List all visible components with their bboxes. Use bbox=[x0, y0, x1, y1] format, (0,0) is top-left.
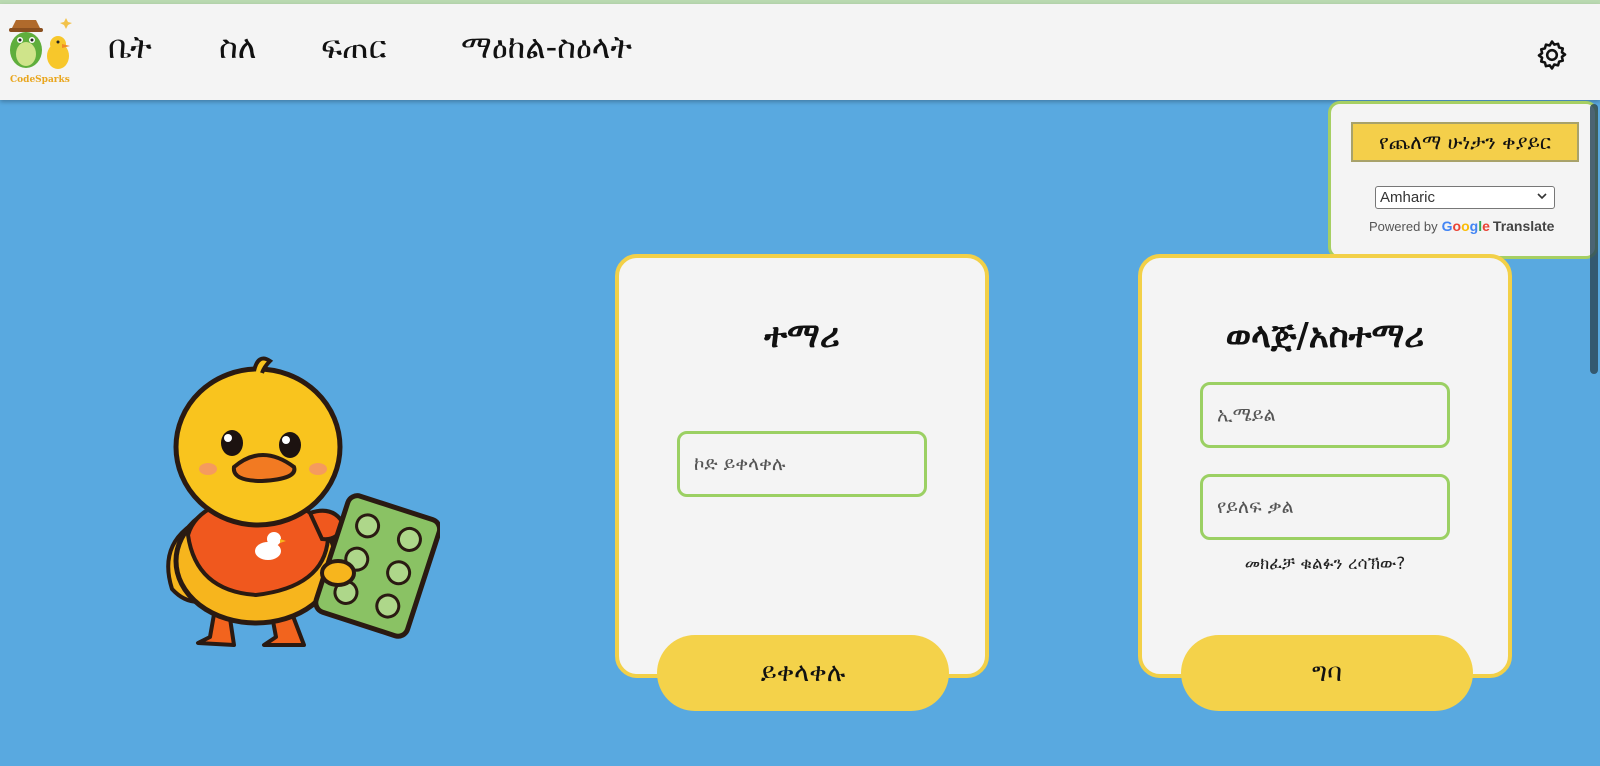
language-select[interactable]: Amharic bbox=[1375, 186, 1555, 209]
join-button[interactable]: ይቀላቀሉ bbox=[657, 635, 949, 711]
forgot-password-link[interactable]: መክፈቻ ቁልፉን ረሳኽው? bbox=[1142, 554, 1508, 574]
chevron-down-icon bbox=[1537, 193, 1547, 200]
email-input[interactable]: ኢሜይል bbox=[1200, 382, 1450, 448]
nav-about[interactable]: ስለ bbox=[219, 28, 257, 67]
parent-teacher-card-title: ወላጅ/አስተማሪ bbox=[1225, 316, 1425, 356]
nav-create[interactable]: ፍጠር bbox=[321, 28, 386, 67]
gear-icon[interactable] bbox=[1535, 38, 1569, 72]
student-card-title: ተማሪ bbox=[764, 316, 840, 356]
nav-gallery[interactable]: ማዕከል-ስዕላት bbox=[461, 28, 632, 67]
language-selected-value: Amharic bbox=[1380, 189, 1436, 206]
google-logo-text: Google bbox=[1441, 218, 1490, 234]
powered-by-text: Powered by bbox=[1369, 218, 1438, 234]
powered-by-google-translate: Powered by Google Translate bbox=[1369, 218, 1554, 234]
translate-link[interactable]: Translate bbox=[1493, 218, 1554, 234]
settings-panel: የጨለማ ሁነታን ቀያይር Amharic Powered by Google… bbox=[1328, 101, 1598, 259]
scrollbar-thumb[interactable] bbox=[1590, 104, 1598, 374]
dark-mode-toggle-button[interactable]: የጨለማ ሁነታን ቀያይር bbox=[1351, 122, 1579, 162]
logo-icon[interactable]: CodeSparks bbox=[4, 14, 74, 85]
parent-teacher-card: ወላጅ/አስተማሪ ኢሜይል የይለፍ ቃል መክፈቻ ቁልፉን ረሳኽው? bbox=[1138, 254, 1512, 678]
password-input[interactable]: የይለፍ ቃል bbox=[1200, 474, 1450, 540]
navbar: CodeSparks ቤት ስለ ፍጠር ማዕከል-ስዕላት bbox=[0, 4, 1600, 100]
nav-home[interactable]: ቤት bbox=[108, 28, 152, 67]
login-button[interactable]: ግባ bbox=[1181, 635, 1473, 711]
join-code-input[interactable]: ኮድ ይቀላቀሉ bbox=[677, 431, 927, 497]
duck-mascot-image bbox=[158, 355, 443, 655]
logo-text: CodeSparks bbox=[10, 75, 70, 85]
student-card: ተማሪ ኮድ ይቀላቀሉ bbox=[615, 254, 989, 678]
